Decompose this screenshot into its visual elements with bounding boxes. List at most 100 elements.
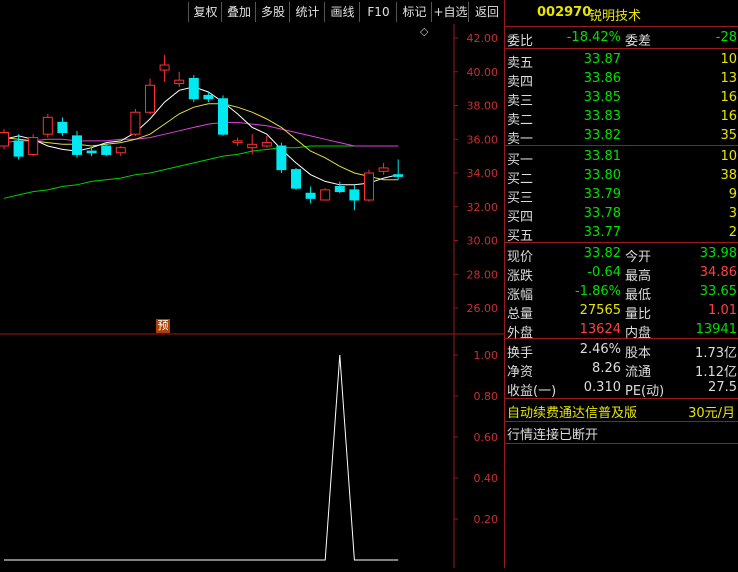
candle (130, 108, 141, 136)
candle (232, 137, 243, 146)
buy-level-row: 买二 33.80 38 (505, 167, 738, 187)
quote-panel: 002970 锐明技术 委比 -18.42% 委差 -28 自动续费通达信普及版… (504, 0, 738, 568)
buy-price: 33.81 (583, 149, 621, 164)
quote-value: 27565 (579, 303, 621, 318)
stock-header: 002970 锐明技术 (505, 4, 738, 24)
candle (42, 113, 53, 138)
candle-body (261, 142, 272, 147)
candle (174, 71, 185, 87)
candle-body (334, 186, 345, 193)
toolbar-tongji-button[interactable]: 统计 (289, 2, 325, 22)
fundamental-label: 流通 (625, 365, 652, 380)
weibi-row: 委比 -18.42% 委差 -28 (505, 29, 738, 49)
buy-price: 33.80 (583, 168, 621, 183)
fundamental-label: 股本 (625, 346, 652, 361)
candle-body (0, 132, 9, 147)
fundamental-value: 1.73亿 (695, 346, 737, 361)
fundamental-row: 收益(一) 0.310 PE(动) 27.5 (505, 379, 738, 399)
candle-body (364, 172, 374, 201)
candle-body (291, 169, 301, 189)
candle-body (393, 174, 404, 177)
chart-area[interactable]: 42.00 40.00 38.00 36.00 34.00 32.00 30.00 28.00… (0, 24, 504, 568)
indicator-axis-label: 0.40 (474, 472, 499, 485)
buy-level-row: 买一 33.81 10 (505, 148, 738, 168)
sell-level-label: 卖五 (507, 56, 534, 71)
candle (188, 75, 199, 103)
quote-value: 1.01 (708, 303, 737, 318)
sell-level-row: 卖四 33.86 13 (505, 70, 738, 90)
candle-body (57, 121, 68, 133)
candle (320, 188, 331, 201)
fundamental-value: 2.46% (579, 342, 621, 357)
candle-body (13, 140, 24, 157)
ad-banner[interactable]: 自动续费通达信普及版 30元/月 (505, 401, 738, 421)
candle (349, 184, 360, 211)
sell-level-row: 卖一 33.82 35 (505, 127, 738, 147)
toolbar-zixuan-button[interactable]: +自选 (431, 2, 469, 22)
buy-price: 33.79 (583, 187, 621, 202)
quote-row: 总量 27565 量比 1.01 (505, 302, 738, 322)
price-axis-label: 40.00 (467, 66, 499, 79)
price-axis-label: 42.00 (467, 32, 499, 45)
ad-price[interactable]: 30元/月 (688, 402, 735, 421)
chart-toolbar: 复权 叠加 多股 统计 画线 F10 标记 +自选 返回 (0, 0, 504, 24)
toolbar-diejia-button[interactable]: 叠加 (221, 2, 256, 22)
toolbar-huaxian-button[interactable]: 画线 (324, 2, 360, 22)
indicator-axis-label: 0.20 (474, 513, 499, 526)
candle-body (115, 147, 126, 154)
quote-value: -1.86% (575, 284, 621, 299)
sell-volume: 10 (720, 52, 737, 67)
fundamental-label: 收益(一) (507, 384, 557, 399)
indicator-axis-label: 1.00 (474, 349, 499, 362)
quote-label: 涨幅 (507, 288, 534, 303)
candle-body (86, 150, 97, 154)
quote-row: 现价 33.82 今开 33.98 (505, 245, 738, 265)
toolbar-duogu-button[interactable]: 多股 (255, 2, 290, 22)
buy-level-label: 买三 (507, 191, 534, 206)
candle (203, 92, 214, 103)
candle (218, 95, 228, 136)
sell-price: 33.86 (583, 71, 621, 86)
kline-chart[interactable]: 42.00 40.00 38.00 36.00 34.00 32.00 30.00 28.00… (0, 24, 504, 568)
fundamental-value: 0.310 (583, 380, 621, 395)
fundamental-row: 换手 2.46% 股本 1.73亿 (505, 341, 738, 361)
ma10-line (3, 103, 399, 181)
candle (72, 130, 82, 158)
quote-value: 33.65 (699, 284, 737, 299)
status-text: 行情连接已断开 (507, 428, 599, 443)
fundamental-value: 1.12亿 (695, 365, 737, 380)
toolbar-fanhui-button[interactable]: 返回 (468, 2, 505, 22)
fundamental-value: 8.26 (592, 361, 621, 376)
price-axis-label: 38.00 (467, 100, 499, 113)
quote-value: -0.64 (587, 265, 621, 280)
quote-label: 今开 (625, 250, 652, 265)
fundamental-value: 27.5 (708, 380, 737, 395)
candle-body (247, 143, 258, 149)
connection-status: 行情连接已断开 (505, 423, 738, 443)
indicator-axis-label: 0.80 (474, 390, 499, 403)
diamond-icon[interactable]: ◇ (420, 25, 428, 38)
price-axis-label: 36.00 (467, 133, 499, 146)
quote-label: 最低 (625, 288, 652, 303)
sell-level-label: 卖四 (507, 75, 534, 90)
toolbar-biaoji-button[interactable]: 标记 (396, 2, 432, 22)
toolbar-fuquan-button[interactable]: 复权 (188, 2, 222, 22)
candle (159, 54, 170, 82)
candle-body (320, 189, 331, 201)
forecast-marker: 预 (156, 319, 170, 333)
quote-label: 外盘 (507, 326, 534, 341)
candle (291, 167, 301, 190)
buy-volume: 9 (728, 187, 737, 202)
fundamental-row: 净资 8.26 流通 1.12亿 (505, 360, 738, 380)
quote-label: 最高 (625, 269, 652, 284)
candle-body (145, 84, 155, 113)
candle-body (174, 79, 185, 85)
indicator-axis-label: 0.60 (474, 431, 499, 444)
toolbar-f10-button[interactable]: F10 (359, 2, 397, 22)
sell-level-row: 卖三 33.85 16 (505, 89, 738, 109)
quote-value: 33.82 (583, 246, 621, 261)
sell-price: 33.83 (583, 109, 621, 124)
buy-level-label: 买二 (507, 172, 534, 187)
ad-text[interactable]: 自动续费通达信普及版 (507, 402, 637, 421)
price-axis-label: 26.00 (467, 302, 499, 315)
